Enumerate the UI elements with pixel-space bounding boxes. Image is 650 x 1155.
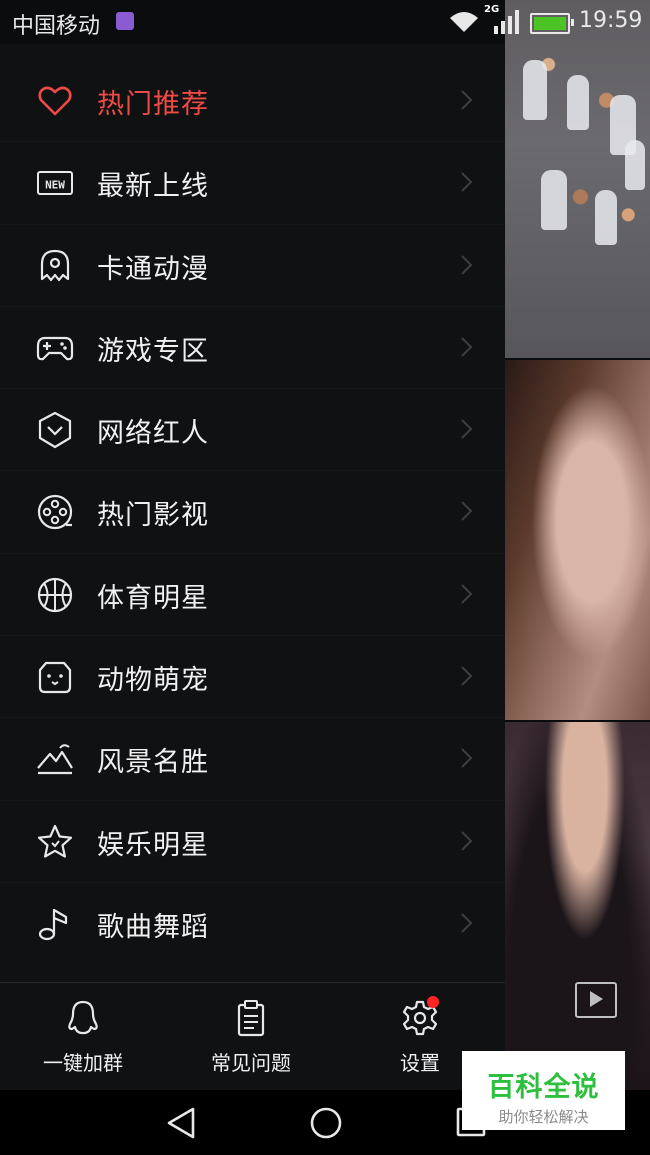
thumbnail-basketball-team[interactable] [505, 0, 650, 358]
tab-label: 一键加群 [43, 1051, 123, 1075]
signal-icon [494, 10, 519, 34]
watermark-logo: 百科全说 助你轻松解决 [462, 1051, 625, 1130]
thumbnail-singer[interactable] [505, 722, 650, 1090]
chevron-right-icon [461, 337, 473, 357]
menu-item-label: 风景名胜 [97, 747, 209, 779]
qq-penguin-icon [68, 1000, 98, 1035]
chevron-right-icon [461, 501, 473, 522]
menu-item-pets[interactable]: 动物萌宠 [0, 636, 505, 719]
menu-item-label: 网络红人 [97, 418, 209, 450]
menu-item-entertainment-stars[interactable]: 娱乐明星 [0, 801, 505, 883]
tab-label: 常见问题 [211, 1051, 291, 1075]
chevron-right-icon [461, 913, 473, 933]
chevron-right-icon [461, 830, 473, 851]
clock: 19:59 [579, 8, 643, 33]
navigation-drawer: 热门推荐 NEW 最新上线 卡通动漫 游戏专区 网络红人 热门影视 体育明星 动… [0, 44, 505, 1091]
menu-item-hot-recommend[interactable]: 热门推荐 [0, 60, 505, 143]
menu-item-label: 娱乐明星 [97, 829, 209, 861]
chevron-right-icon [461, 254, 473, 275]
carrier-name: 中国移动 [12, 14, 101, 39]
menu-item-scenery[interactable]: 风景名胜 [0, 718, 505, 801]
menu-item-new-online[interactable]: NEW 最新上线 [0, 142, 505, 225]
svg-text:NEW: NEW [45, 179, 65, 192]
new-icon: NEW [36, 164, 74, 202]
menu-item-label: 游戏专区 [97, 335, 209, 367]
menu-item-sports-stars[interactable]: 体育明星 [0, 554, 505, 637]
gamepad-icon [36, 329, 74, 367]
notification-badge [427, 996, 439, 1008]
menu-item-label: 歌曲舞蹈 [97, 911, 209, 943]
category-menu: 热门推荐 NEW 最新上线 卡通动漫 游戏专区 网络红人 热门影视 体育明星 动… [0, 60, 505, 980]
menu-item-label: 最新上线 [97, 171, 209, 203]
star-icon [36, 823, 74, 861]
menu-item-hot-movies[interactable]: 热门影视 [0, 471, 505, 554]
play-icon[interactable] [575, 982, 617, 1018]
menu-item-internet-celebrity[interactable]: 网络红人 [0, 389, 505, 472]
faq-button[interactable]: 常见问题 [176, 999, 326, 1076]
battery-fill [534, 17, 566, 30]
battery-icon [530, 13, 574, 34]
home-icon[interactable] [309, 1106, 343, 1140]
notification-icon [116, 12, 134, 30]
menu-item-label: 热门影视 [97, 500, 209, 532]
chevron-right-icon [461, 748, 473, 769]
watermark-subtitle: 助你轻松解决 [498, 1108, 589, 1126]
heart-icon [36, 82, 74, 120]
pet-icon [36, 658, 74, 696]
watermark-title: 百科全说 [487, 1072, 600, 1103]
chevron-right-icon [461, 419, 473, 439]
menu-item-label: 体育明星 [97, 582, 209, 614]
basketball-icon [36, 576, 74, 614]
chevron-right-icon [461, 172, 473, 193]
mountain-icon [36, 740, 74, 778]
back-icon[interactable] [165, 1106, 197, 1140]
chevron-right-icon [461, 584, 473, 604]
chevron-right-icon [461, 90, 473, 110]
menu-item-label: 动物萌宠 [97, 665, 209, 697]
wifi-icon [450, 12, 478, 32]
menu-item-label: 卡通动漫 [97, 253, 209, 285]
status-bar: 中国移动 2G 19:59 [0, 0, 650, 44]
shield-icon [36, 411, 74, 449]
music-note-icon [36, 905, 74, 943]
menu-item-cartoon[interactable]: 卡通动漫 [0, 225, 505, 307]
join-group-button[interactable]: 一键加群 [8, 999, 158, 1076]
menu-item-games[interactable]: 游戏专区 [0, 307, 505, 390]
thumbnail-woman-portrait[interactable] [505, 360, 650, 720]
film-reel-icon [36, 493, 74, 531]
clipboard-icon [237, 1000, 265, 1037]
menu-item-label: 热门推荐 [97, 89, 209, 120]
chevron-right-icon [461, 666, 473, 686]
cartoon-icon [36, 247, 74, 285]
